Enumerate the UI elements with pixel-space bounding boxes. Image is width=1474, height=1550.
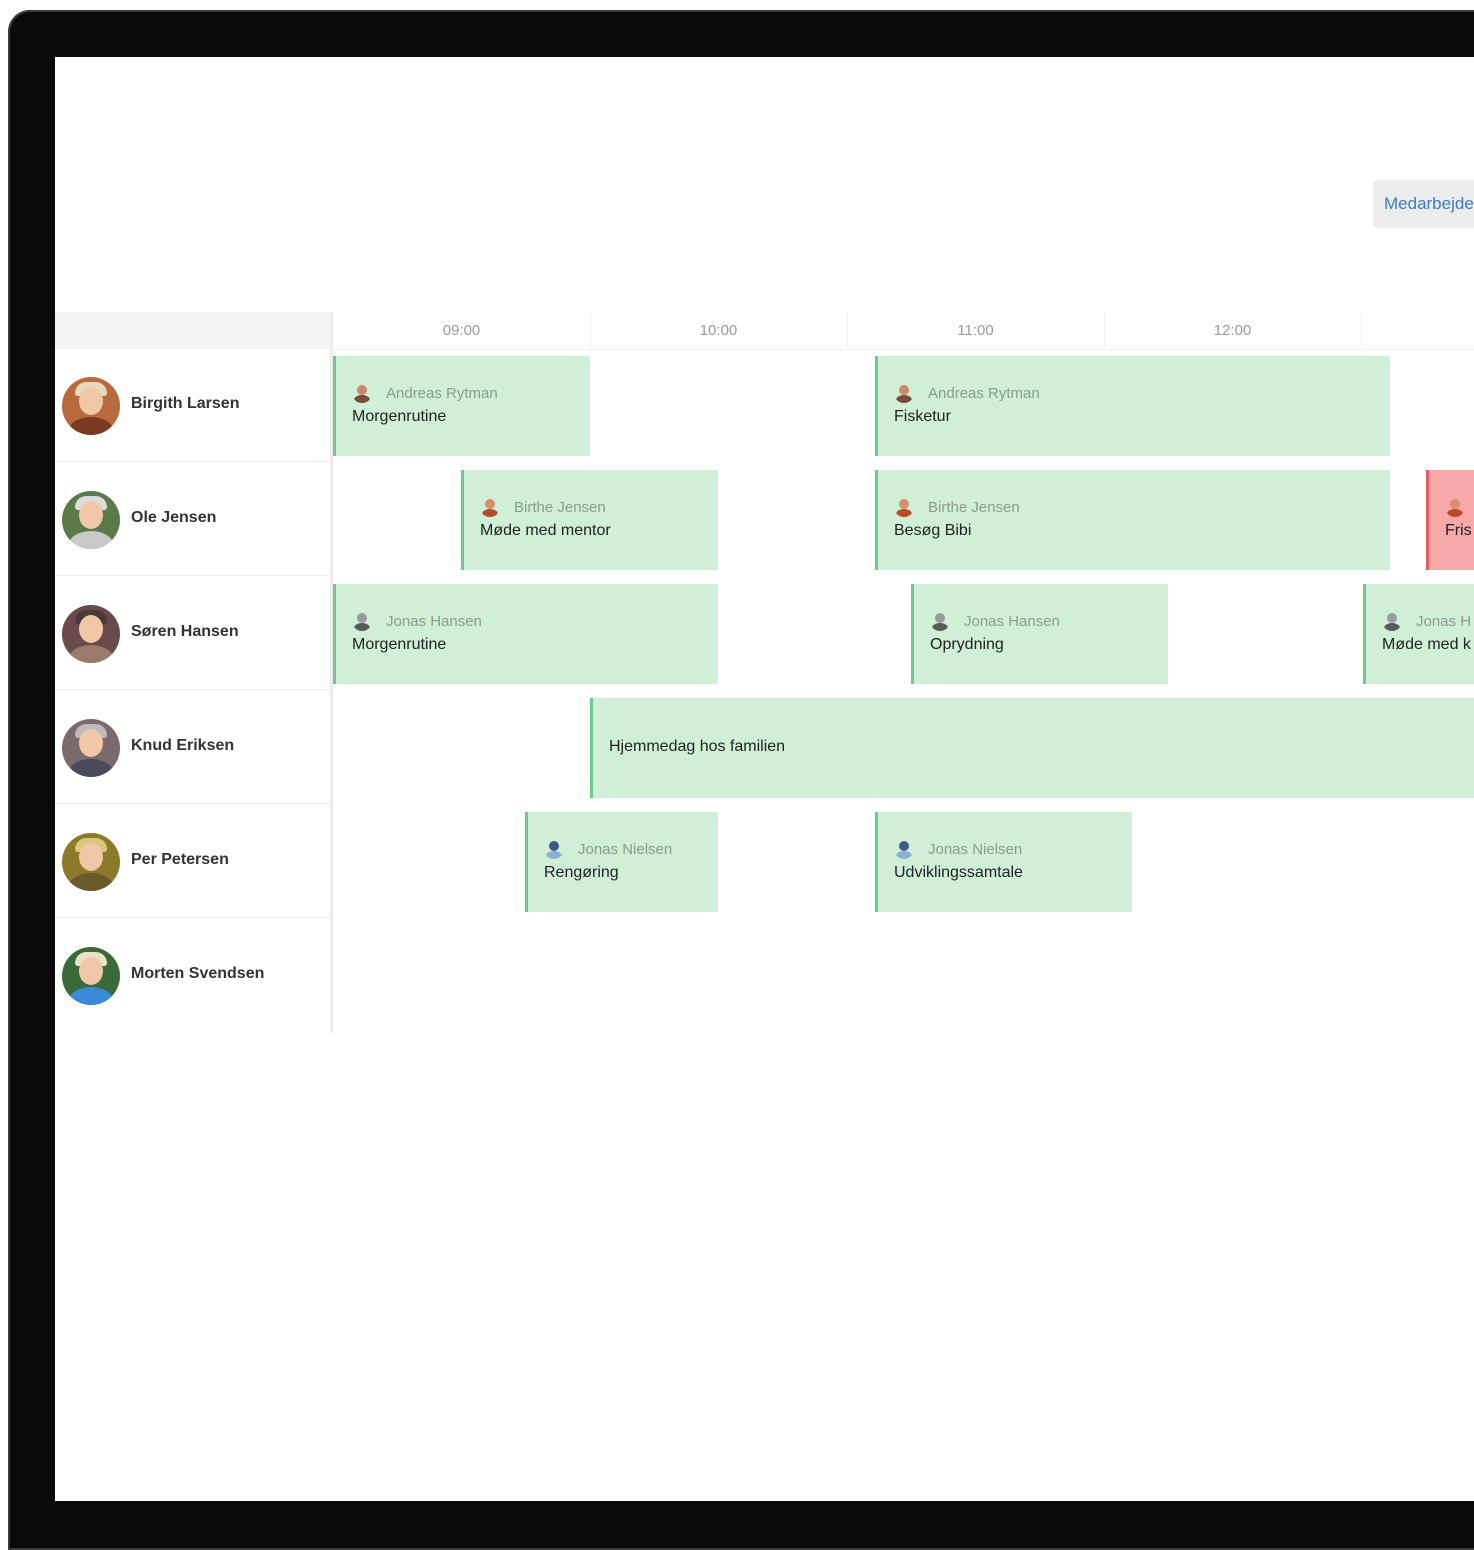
event-employee: Jonas Hansen <box>964 613 1060 630</box>
resident-name: Birgith Larsen <box>131 395 240 412</box>
names-column-header <box>55 312 333 349</box>
event-block[interactable]: Jonas Hansen Oprydning <box>911 584 1168 684</box>
avatar <box>62 833 120 891</box>
hour-label: 12:00 <box>1104 312 1362 349</box>
event-block[interactable]: Jonas H Møde med k <box>1363 584 1474 684</box>
resident-row[interactable]: Per Petersen <box>55 805 330 918</box>
event-block[interactable]: Jonas Nielsen Udviklingssamtale <box>875 812 1132 912</box>
event-task: Morgenrutine <box>352 408 447 425</box>
employee-avatar-icon <box>894 839 914 859</box>
event-task: Møde med k <box>1382 636 1471 653</box>
time-header: 09:00 10:00 11:00 12:00 <box>333 312 1474 350</box>
resident-name: Per Petersen <box>131 851 229 868</box>
event-task: Hjemmedag hos familien <box>609 738 786 755</box>
employee-avatar-icon <box>894 383 914 403</box>
app-screen: Medarbejde 09:00 10:00 11:00 12:00 Birgi… <box>55 57 1474 1501</box>
event-employee: Birthe Jensen <box>928 499 1020 516</box>
event-block-alert[interactable]: Fris <box>1426 470 1474 570</box>
employee-avatar-icon <box>894 497 914 517</box>
event-block[interactable]: Andreas Rytman Fisketur <box>875 356 1390 456</box>
employee-avatar-icon <box>1382 611 1402 631</box>
event-task: Rengøring <box>544 864 619 881</box>
hour-label: 09:00 <box>333 312 591 349</box>
employee-avatar-icon <box>1445 497 1465 517</box>
event-block[interactable]: Jonas Hansen Morgenrutine <box>333 584 718 684</box>
avatar <box>62 491 120 549</box>
event-employee: Andreas Rytman <box>386 385 498 402</box>
event-task: Oprydning <box>930 636 1004 653</box>
resident-name: Knud Eriksen <box>131 737 235 754</box>
event-employee: Jonas Nielsen <box>928 841 1023 858</box>
event-employee: Birthe Jensen <box>514 499 606 516</box>
resident-row[interactable]: Birgith Larsen <box>55 349 330 462</box>
event-block[interactable]: Hjemmedag hos familien <box>590 698 1474 798</box>
resident-row[interactable]: Søren Hansen <box>55 577 330 690</box>
event-block[interactable]: Birthe Jensen Møde med mentor <box>461 470 718 570</box>
resident-row[interactable]: Ole Jensen <box>55 463 330 576</box>
employee-avatar-icon <box>930 611 950 631</box>
event-employee: Jonas H <box>1416 613 1472 630</box>
employee-avatar-icon <box>352 611 372 631</box>
resident-row[interactable]: Knud Eriksen <box>55 691 330 804</box>
avatar <box>62 719 120 777</box>
schedule-grid: Andreas Rytman Morgenrutine Andreas Rytm… <box>333 349 1474 1033</box>
resident-name: Søren Hansen <box>131 623 239 640</box>
hour-label <box>1361 312 1474 349</box>
employee-avatar-icon <box>544 839 564 859</box>
employee-view-button[interactable]: Medarbejde <box>1373 180 1474 228</box>
event-task: Møde med mentor <box>480 522 611 539</box>
employee-avatar-icon <box>480 497 500 517</box>
event-employee: Jonas Nielsen <box>578 841 673 858</box>
employee-avatar-icon <box>352 383 372 403</box>
resident-list: Birgith Larsen Ole Jensen Søren Hansen K… <box>55 349 333 1033</box>
event-task: Udviklingssamtale <box>894 864 1023 881</box>
event-task: Fisketur <box>894 408 951 425</box>
resident-name: Morten Svendsen <box>131 965 265 982</box>
event-block[interactable]: Birthe Jensen Besøg Bibi <box>875 470 1390 570</box>
resident-row[interactable]: Morten Svendsen <box>55 919 330 1032</box>
hour-label: 11:00 <box>847 312 1105 349</box>
avatar <box>62 377 120 435</box>
event-task: Besøg Bibi <box>894 522 972 539</box>
event-employee: Andreas Rytman <box>928 385 1040 402</box>
event-employee: Jonas Hansen <box>386 613 482 630</box>
hour-label: 10:00 <box>590 312 848 349</box>
event-block[interactable]: Andreas Rytman Morgenrutine <box>333 356 590 456</box>
resident-name: Ole Jensen <box>131 509 217 526</box>
avatar <box>62 947 120 1005</box>
avatar <box>62 605 120 663</box>
event-task: Fris <box>1445 522 1472 539</box>
event-task: Morgenrutine <box>352 636 447 653</box>
event-block[interactable]: Jonas Nielsen Rengøring <box>525 812 718 912</box>
